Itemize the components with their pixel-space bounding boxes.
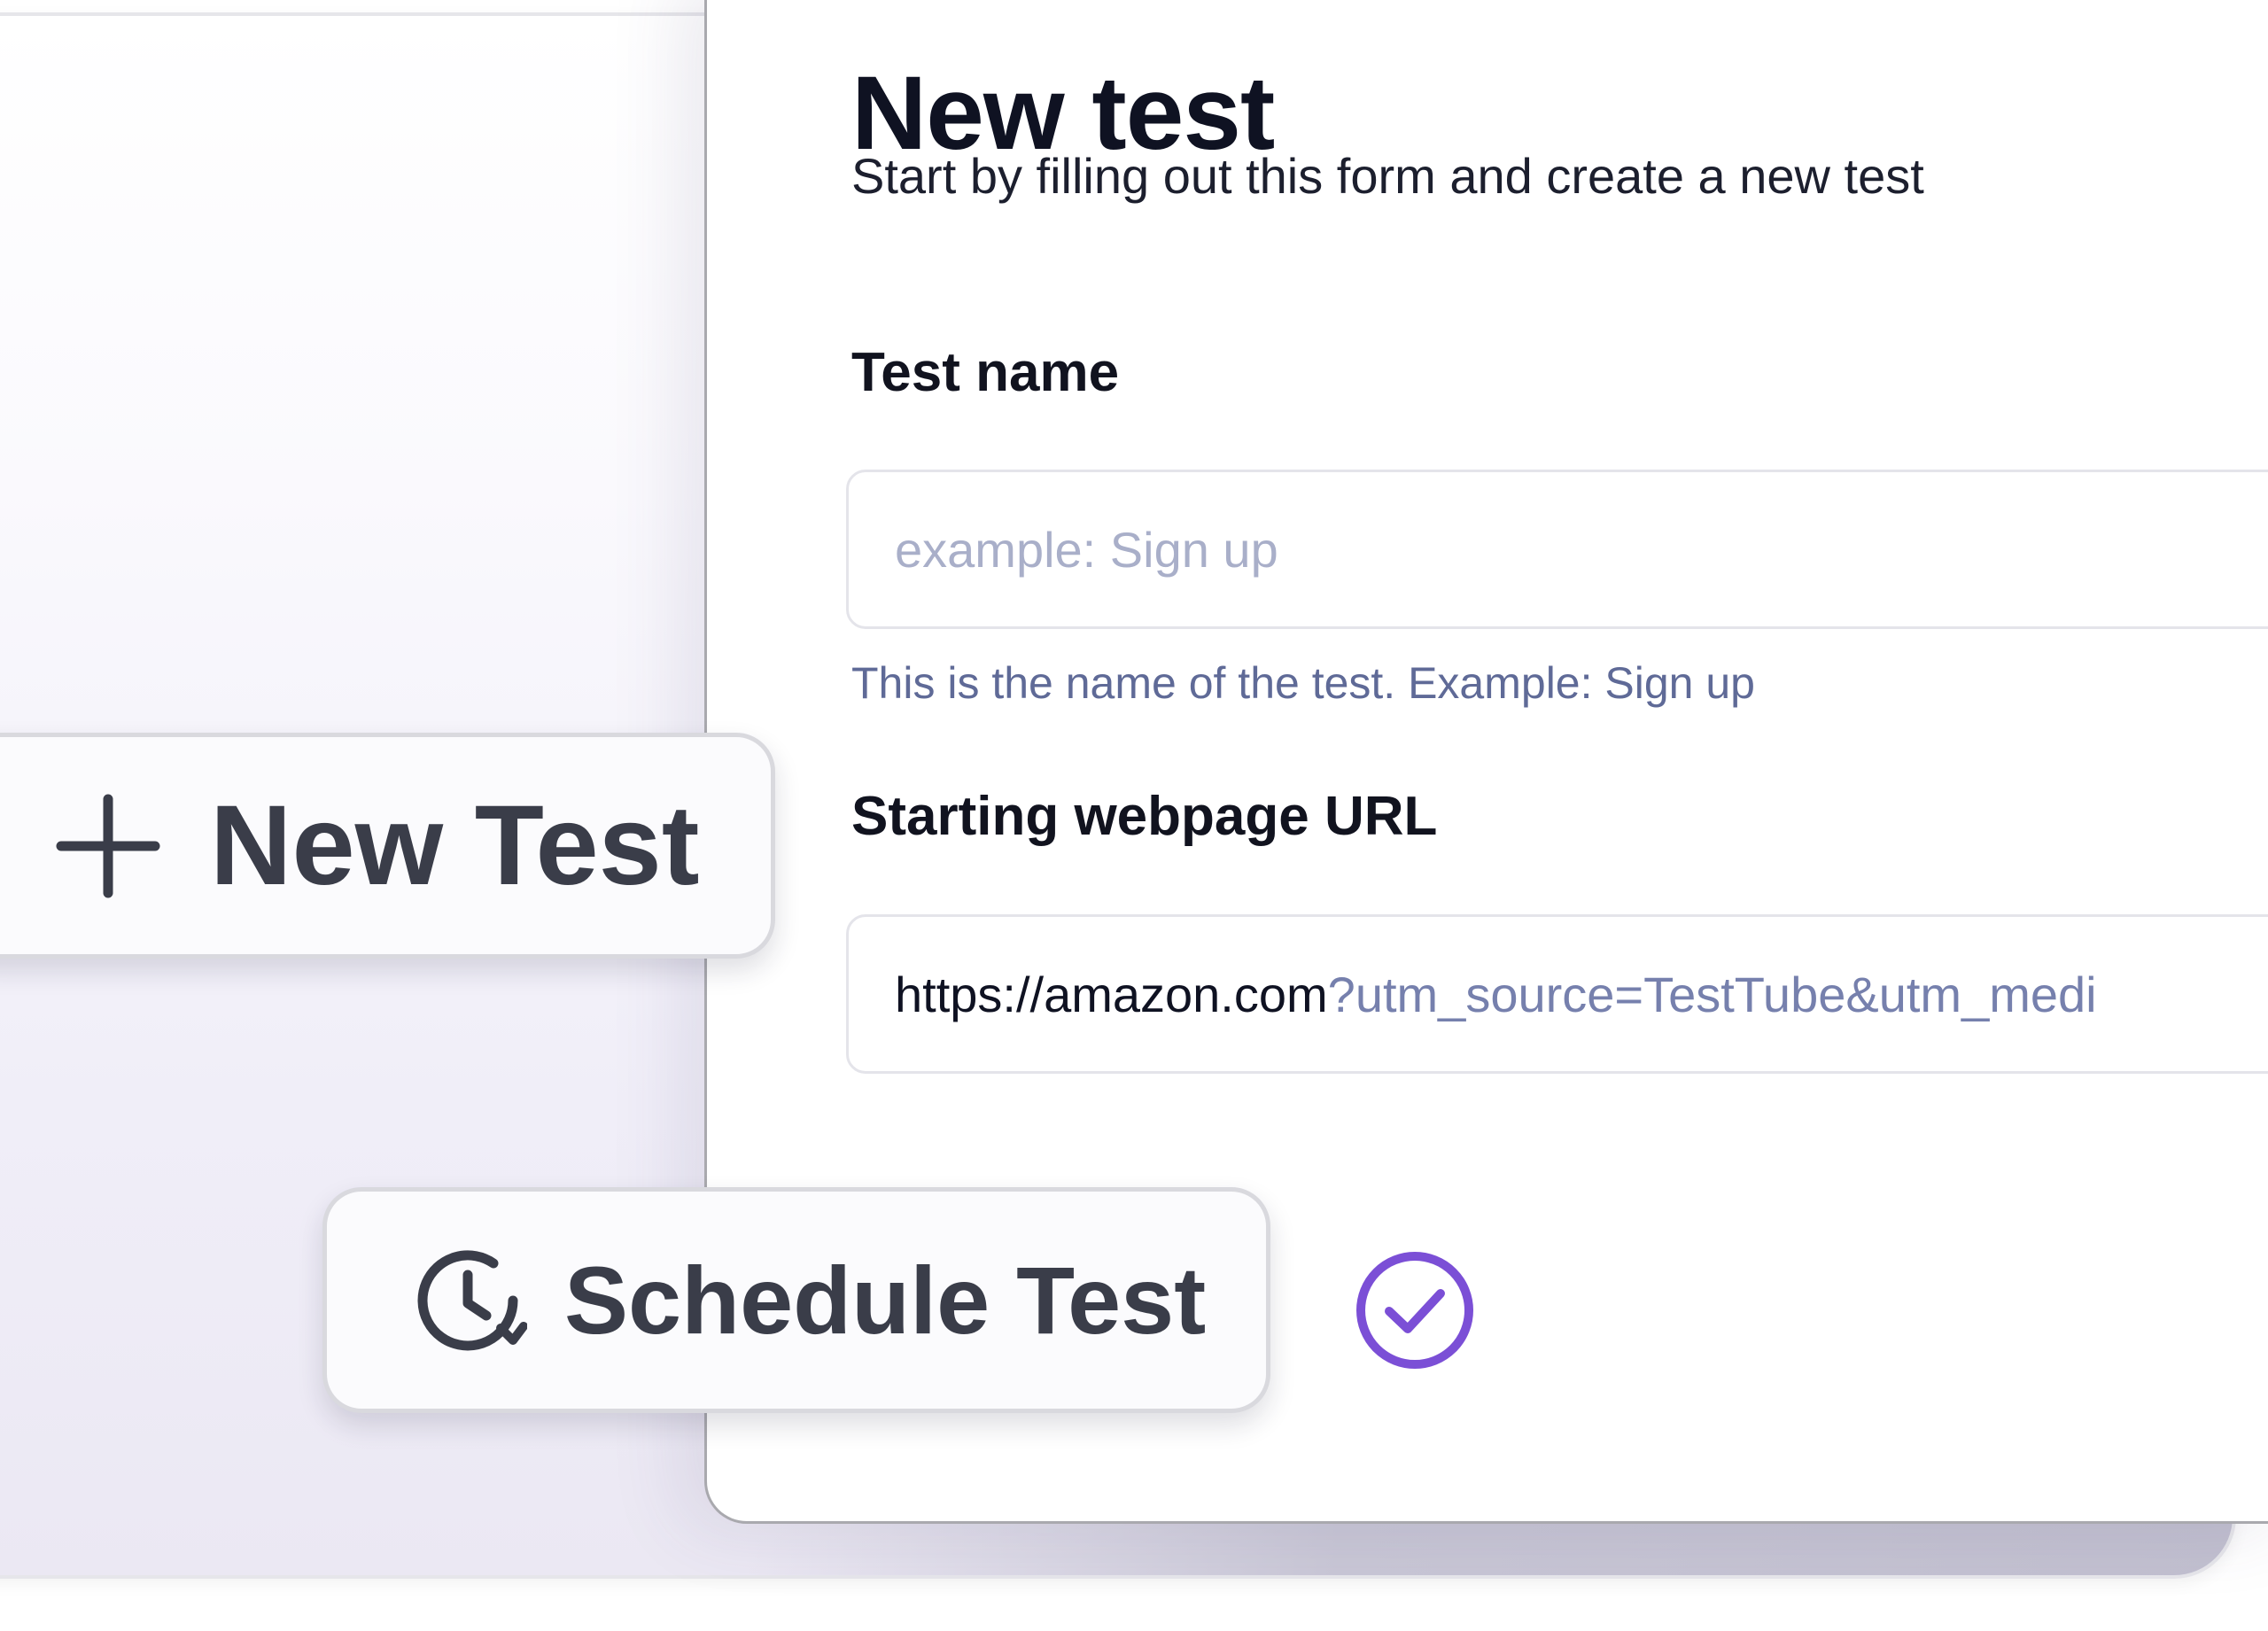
new-test-button[interactable]: New Test bbox=[0, 733, 775, 959]
check-circle-icon bbox=[1354, 1249, 1476, 1371]
start-url-value-query: ?utm_source=TestTube&utm_medi bbox=[1327, 966, 2097, 1022]
start-url-label: Starting webpage URL bbox=[851, 786, 1438, 847]
start-url-input[interactable]: https://amazon.com ?utm_source=TestTube&u… bbox=[846, 914, 2268, 1074]
clock-refresh-icon bbox=[408, 1241, 527, 1360]
test-name-label: Test name bbox=[851, 342, 1120, 403]
page-subtitle: Start by filling out this form and creat… bbox=[851, 148, 1924, 204]
start-url-value-base: https://amazon.com bbox=[895, 966, 1328, 1022]
plus-icon bbox=[56, 794, 160, 898]
test-name-input[interactable]: example: Sign up bbox=[846, 470, 2268, 629]
new-test-label: New Test bbox=[210, 782, 700, 909]
test-name-helper: This is the name of the test. Example: S… bbox=[851, 658, 1755, 708]
frame-shade bbox=[744, 1522, 2233, 1575]
test-name-placeholder: example: Sign up bbox=[895, 521, 1278, 578]
stage: New test Start by filling out this form … bbox=[0, 0, 2268, 1631]
schedule-test-button[interactable]: Schedule Test bbox=[322, 1187, 1270, 1413]
schedule-test-label: Schedule Test bbox=[564, 1247, 1207, 1354]
